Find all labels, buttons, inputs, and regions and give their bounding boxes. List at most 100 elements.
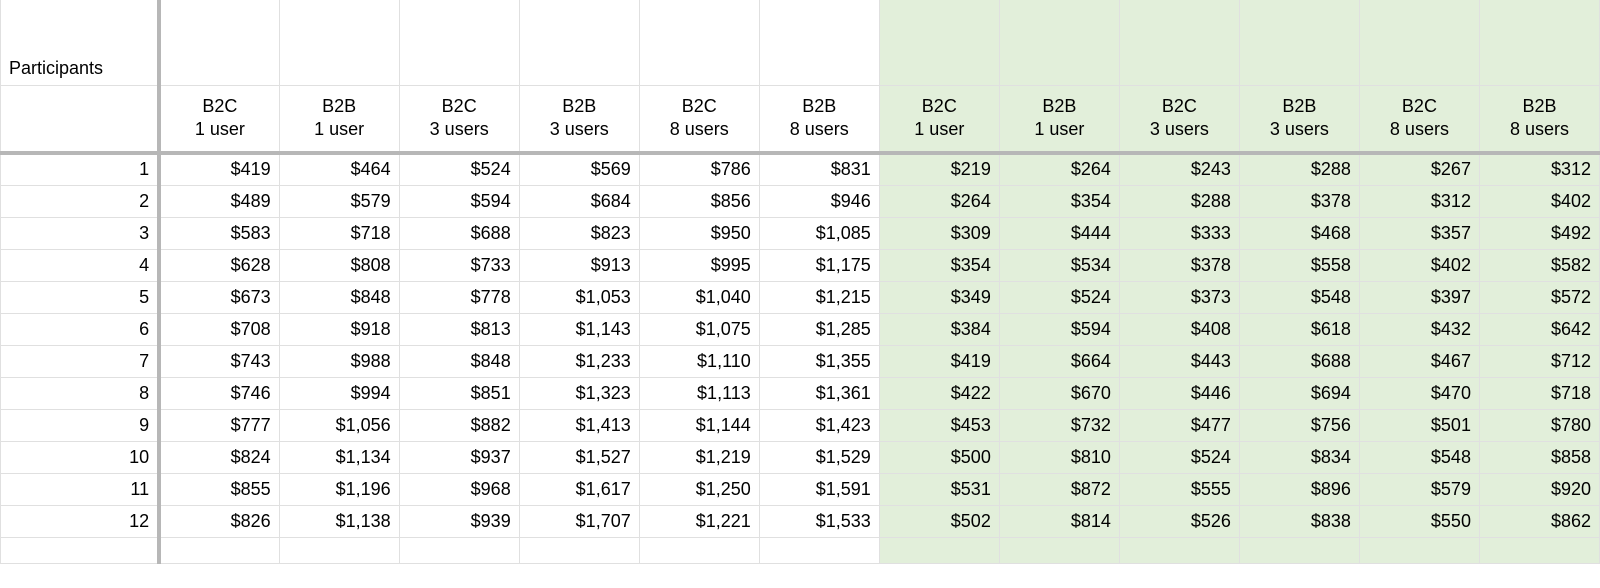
price-cell[interactable]: $1,196 xyxy=(279,473,399,505)
price-cell[interactable]: $834 xyxy=(1239,441,1359,473)
price-cell[interactable]: $502 xyxy=(879,505,999,537)
price-cell[interactable]: $264 xyxy=(879,185,999,217)
price-cell[interactable]: $826 xyxy=(159,505,279,537)
price-cell[interactable]: $548 xyxy=(1239,281,1359,313)
price-cell[interactable]: $500 xyxy=(879,441,999,473)
price-cell[interactable]: $378 xyxy=(1119,249,1239,281)
price-cell[interactable]: $267 xyxy=(1359,153,1479,185)
row-number[interactable]: 10 xyxy=(1,441,160,473)
price-cell[interactable]: $548 xyxy=(1359,441,1479,473)
price-cell[interactable]: $1,591 xyxy=(759,473,879,505)
price-cell[interactable]: $708 xyxy=(159,313,279,345)
price-cell[interactable]: $1,221 xyxy=(639,505,759,537)
price-cell[interactable]: $1,361 xyxy=(759,377,879,409)
price-cell[interactable]: $309 xyxy=(879,217,999,249)
price-cell[interactable]: $1,134 xyxy=(279,441,399,473)
column-header[interactable]: B2C8 users xyxy=(639,85,759,153)
price-cell[interactable]: $1,355 xyxy=(759,345,879,377)
price-cell[interactable] xyxy=(1359,537,1479,563)
price-cell[interactable]: $446 xyxy=(1119,377,1239,409)
price-cell[interactable]: $378 xyxy=(1239,185,1359,217)
price-cell[interactable]: $443 xyxy=(1119,345,1239,377)
price-cell[interactable]: $419 xyxy=(159,153,279,185)
price-cell[interactable]: $470 xyxy=(1359,377,1479,409)
price-cell[interactable]: $1,707 xyxy=(519,505,639,537)
price-cell[interactable]: $550 xyxy=(1359,505,1479,537)
blank-cell[interactable] xyxy=(879,0,999,85)
price-cell[interactable]: $848 xyxy=(399,345,519,377)
price-cell[interactable]: $558 xyxy=(1239,249,1359,281)
blank-cell[interactable] xyxy=(279,0,399,85)
blank-cell[interactable] xyxy=(1239,0,1359,85)
row-number[interactable]: 12 xyxy=(1,505,160,537)
price-cell[interactable] xyxy=(999,537,1119,563)
price-cell[interactable]: $264 xyxy=(999,153,1119,185)
price-cell[interactable]: $1,056 xyxy=(279,409,399,441)
price-cell[interactable]: $694 xyxy=(1239,377,1359,409)
price-cell[interactable]: $422 xyxy=(879,377,999,409)
column-header[interactable]: B2B1 user xyxy=(279,85,399,153)
price-cell[interactable]: $988 xyxy=(279,345,399,377)
blank-cell[interactable] xyxy=(1119,0,1239,85)
price-cell[interactable]: $1,110 xyxy=(639,345,759,377)
price-cell[interactable]: $896 xyxy=(1239,473,1359,505)
price-cell[interactable]: $579 xyxy=(1359,473,1479,505)
column-header[interactable]: B2C3 users xyxy=(399,85,519,153)
price-cell[interactable]: $489 xyxy=(159,185,279,217)
price-cell[interactable]: $397 xyxy=(1359,281,1479,313)
column-header[interactable]: B2B8 users xyxy=(759,85,879,153)
price-cell[interactable]: $872 xyxy=(999,473,1119,505)
price-cell[interactable] xyxy=(1119,537,1239,563)
price-cell[interactable]: $524 xyxy=(999,281,1119,313)
column-header[interactable]: B2C3 users xyxy=(1119,85,1239,153)
price-cell[interactable]: $419 xyxy=(879,345,999,377)
price-cell[interactable]: $858 xyxy=(1479,441,1599,473)
price-cell[interactable]: $995 xyxy=(639,249,759,281)
price-cell[interactable]: $688 xyxy=(399,217,519,249)
row-number[interactable]: 8 xyxy=(1,377,160,409)
price-cell[interactable]: $946 xyxy=(759,185,879,217)
price-cell[interactable] xyxy=(759,537,879,563)
price-cell[interactable]: $882 xyxy=(399,409,519,441)
price-cell[interactable]: $354 xyxy=(879,249,999,281)
price-cell[interactable]: $1,085 xyxy=(759,217,879,249)
price-cell[interactable]: $746 xyxy=(159,377,279,409)
price-cell[interactable]: $1,144 xyxy=(639,409,759,441)
price-cell[interactable] xyxy=(639,537,759,563)
blank-cell[interactable] xyxy=(1359,0,1479,85)
price-cell[interactable]: $777 xyxy=(159,409,279,441)
price-cell[interactable]: $808 xyxy=(279,249,399,281)
price-cell[interactable]: $464 xyxy=(279,153,399,185)
price-cell[interactable]: $1,219 xyxy=(639,441,759,473)
row-number[interactable]: 1 xyxy=(1,153,160,185)
spreadsheet-view[interactable]: ParticipantsB2C1 userB2B1 userB2C3 users… xyxy=(0,0,1600,588)
blank-cell[interactable] xyxy=(639,0,759,85)
price-cell[interactable]: $756 xyxy=(1239,409,1359,441)
price-cell[interactable]: $814 xyxy=(999,505,1119,537)
price-cell[interactable] xyxy=(1479,537,1599,563)
price-cell[interactable]: $851 xyxy=(399,377,519,409)
price-cell[interactable]: $920 xyxy=(1479,473,1599,505)
price-cell[interactable]: $432 xyxy=(1359,313,1479,345)
row-number[interactable]: 2 xyxy=(1,185,160,217)
price-cell[interactable]: $1,250 xyxy=(639,473,759,505)
price-cell[interactable]: $402 xyxy=(1359,249,1479,281)
price-cell[interactable]: $531 xyxy=(879,473,999,505)
price-cell[interactable]: $534 xyxy=(999,249,1119,281)
blank-cell[interactable] xyxy=(759,0,879,85)
price-cell[interactable]: $1,533 xyxy=(759,505,879,537)
price-cell[interactable]: $288 xyxy=(1239,153,1359,185)
price-cell[interactable]: $732 xyxy=(999,409,1119,441)
price-cell[interactable]: $243 xyxy=(1119,153,1239,185)
price-cell[interactable]: $1,233 xyxy=(519,345,639,377)
price-cell[interactable] xyxy=(1239,537,1359,563)
price-cell[interactable]: $1,323 xyxy=(519,377,639,409)
price-cell[interactable]: $823 xyxy=(519,217,639,249)
price-cell[interactable] xyxy=(279,537,399,563)
column-header[interactable]: B2B3 users xyxy=(519,85,639,153)
price-cell[interactable]: $664 xyxy=(999,345,1119,377)
price-cell[interactable]: $994 xyxy=(279,377,399,409)
price-cell[interactable]: $572 xyxy=(1479,281,1599,313)
price-cell[interactable]: $526 xyxy=(1119,505,1239,537)
price-cell[interactable]: $855 xyxy=(159,473,279,505)
